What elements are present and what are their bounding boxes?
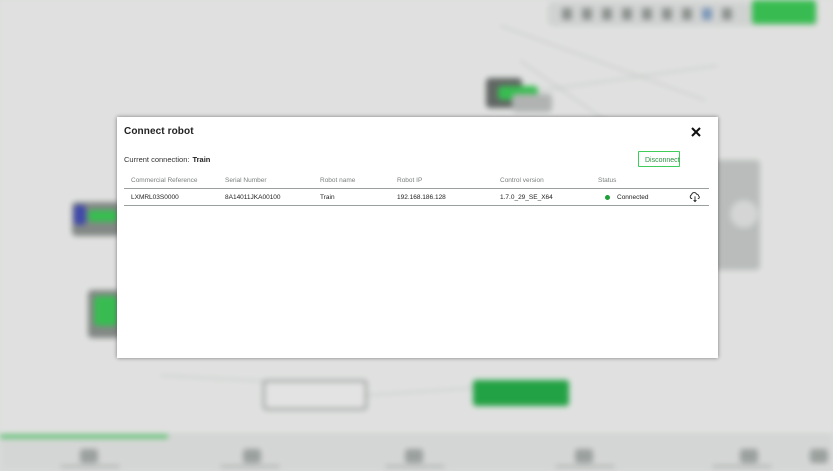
cloud-download-icon[interactable]: [689, 191, 701, 203]
column-header-commercial-reference: Commercial Reference: [131, 177, 198, 184]
column-header-robot-name: Robot name: [320, 177, 356, 184]
connect-robot-dialog: Connect robot Current connection: Train D…: [117, 117, 718, 358]
close-icon: [691, 127, 701, 137]
column-header-serial-number: Serial Number: [225, 177, 267, 184]
current-connection: Current connection: Train: [124, 155, 210, 164]
column-header-control-version: Control version: [500, 177, 544, 184]
robot-table-header: Commercial Reference Serial Number Robot…: [124, 176, 709, 189]
table-row[interactable]: LXMRL03S0000 8A14011JKA00100 Train 192.1…: [124, 189, 709, 206]
cell-robot-name: Train: [320, 194, 335, 201]
dialog-title: Connect robot: [124, 126, 194, 137]
column-header-status: Status: [598, 177, 617, 184]
cell-robot-ip: 192.168.186.128: [397, 194, 446, 201]
cell-serial-number: 8A14011JKA00100: [225, 194, 281, 201]
close-button[interactable]: [689, 125, 703, 139]
current-connection-value: Train: [192, 155, 211, 164]
disconnect-button[interactable]: Disconnect: [638, 151, 680, 167]
status-indicator-icon: [605, 195, 610, 200]
column-header-robot-ip: Robot IP: [397, 177, 423, 184]
cell-status: Connected: [617, 194, 649, 201]
cell-control-version: 1.7.0_29_SE_X64: [500, 194, 553, 201]
cell-commercial-reference: LXMRL03S0000: [131, 194, 179, 201]
current-connection-label: Current connection:: [124, 155, 190, 164]
